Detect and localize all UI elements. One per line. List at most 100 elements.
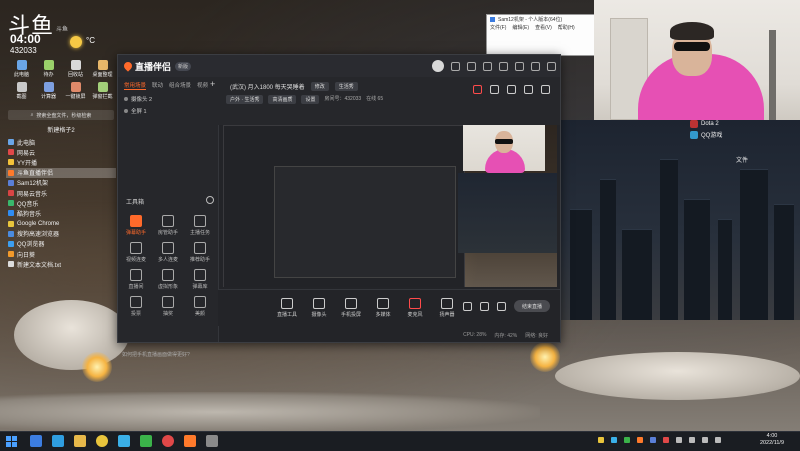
tool-button[interactable]: 推荐助手 — [184, 242, 216, 263]
app-item[interactable]: 搜狗高速浏览器 — [6, 229, 116, 239]
tray-app-icon[interactable] — [624, 437, 630, 443]
gear-icon[interactable] — [206, 196, 214, 204]
edit-title-button[interactable]: 修改 — [310, 82, 329, 91]
app-item[interactable]: Google Chrome — [6, 219, 116, 229]
qq-icon[interactable] — [118, 435, 130, 447]
camera-button[interactable]: 摄像头 — [308, 298, 330, 318]
message-icon[interactable] — [483, 61, 492, 71]
minimize-icon[interactable] — [515, 61, 524, 71]
close-icon[interactable] — [547, 61, 556, 71]
scene-item[interactable]: 摄像头 2 — [124, 95, 152, 103]
tool-button[interactable]: 虚拟形象 — [152, 269, 184, 290]
tab-link[interactable]: 联动 — [152, 81, 163, 90]
app-item[interactable]: Sam12机架 — [6, 178, 116, 188]
start-button[interactable] — [6, 436, 17, 447]
tool-button[interactable]: 美颜 — [184, 296, 216, 317]
app-item[interactable]: YY开播 — [6, 157, 116, 167]
tool-button[interactable]: 弹幕库 — [184, 269, 216, 290]
avatar[interactable] — [432, 60, 444, 72]
mini-app-window[interactable]: Sam12机架 - 个人版本(64位) 文件(F) 编辑(E) 查看(V) 帮助… — [486, 14, 596, 56]
app-item[interactable]: QQ浏览器 — [6, 239, 116, 249]
app-item-selected[interactable]: 斗鱼直播伴侣 — [6, 167, 116, 178]
tab-combo-scenes[interactable]: 组合场景 — [169, 81, 191, 90]
desktop-icon[interactable]: 桌面整理 — [89, 60, 116, 78]
desktop-icon[interactable]: 弹窗拦截 — [89, 82, 116, 100]
category-select[interactable]: 生活秀 — [334, 82, 358, 91]
netease-icon[interactable] — [162, 435, 174, 447]
media-button[interactable]: 多媒体 — [372, 298, 394, 318]
edge-icon[interactable] — [52, 435, 64, 447]
tool-button[interactable]: 多人连麦 — [152, 242, 184, 263]
quality-chip[interactable]: 高清画质 — [268, 95, 297, 104]
desktop-label-file[interactable]: 文件 — [736, 155, 748, 164]
settings-chip[interactable]: 设置 — [301, 95, 320, 104]
category-chip[interactable]: 户外 · 生活秀 — [226, 95, 264, 104]
menu-view[interactable]: 查看(V) — [535, 24, 552, 31]
tool-button[interactable]: 主播任务 — [184, 215, 216, 236]
stream-preview[interactable] — [223, 125, 557, 287]
app-item[interactable]: 新建文本文档.txt — [6, 259, 116, 269]
settings-icon[interactable] — [451, 61, 460, 71]
tool-button[interactable]: 投票 — [120, 296, 152, 317]
user-icon[interactable] — [507, 85, 516, 94]
lock-icon[interactable] — [490, 85, 499, 94]
desktop-icon-dota[interactable]: Dota 2 — [690, 120, 719, 128]
record-icon[interactable] — [473, 85, 482, 94]
gear-icon[interactable] — [497, 302, 506, 311]
menu-edit[interactable]: 编辑(E) — [512, 24, 529, 31]
desktop-icon[interactable]: 一键锁屏 — [62, 82, 89, 100]
search-icon[interactable] — [30, 435, 42, 447]
desktop-icon[interactable]: 截图 — [8, 82, 35, 100]
app-item[interactable]: 此电脑 — [6, 137, 116, 147]
folder-icon[interactable] — [74, 435, 86, 447]
mic-button[interactable]: 麦克风 — [404, 298, 426, 318]
tray-app-icon[interactable] — [598, 437, 604, 443]
tool-button[interactable]: 直播间 — [120, 269, 152, 290]
tab-video[interactable]: 视频 — [197, 81, 208, 90]
app-item[interactable]: QQ音乐 — [6, 198, 116, 208]
ime-icon[interactable] — [702, 437, 708, 443]
desktop-icon[interactable]: 回收站 — [62, 60, 89, 78]
scene-item[interactable]: 全屏 1 — [124, 107, 147, 115]
douyu-icon[interactable] — [184, 435, 196, 447]
tab-common-scenes[interactable]: 常用场景 — [124, 81, 147, 90]
live-tools-button[interactable]: 直播工具 — [276, 298, 298, 318]
skin-icon[interactable] — [467, 61, 476, 71]
video-icon[interactable] — [463, 302, 472, 311]
eye-icon[interactable] — [124, 109, 128, 113]
desktop-icon-qqgame[interactable]: QQ游戏 — [690, 130, 722, 139]
app-item[interactable]: 酷狗音乐 — [6, 208, 116, 218]
chrome-icon[interactable] — [96, 435, 108, 447]
wechat-icon[interactable] — [140, 435, 152, 447]
tray-app-icon[interactable] — [663, 437, 669, 443]
add-scene-icon[interactable]: + — [210, 79, 215, 89]
tool-button[interactable]: 弹幕助手 — [120, 215, 152, 236]
maximize-icon[interactable] — [531, 61, 540, 71]
speaker-button[interactable]: 扬声器 — [436, 298, 458, 318]
phone-cast-button[interactable]: 手机投屏 — [340, 298, 362, 318]
desktop-icon[interactable]: 待办 — [35, 60, 62, 78]
tool-button[interactable]: 房管助手 — [152, 215, 184, 236]
menu-help[interactable]: 帮助(H) — [558, 24, 575, 31]
app-item[interactable]: 网易云音乐 — [6, 188, 116, 198]
help-icon[interactable] — [499, 61, 508, 71]
chevron-up-icon[interactable] — [715, 437, 721, 443]
fullscreen-icon[interactable] — [524, 85, 533, 94]
settings-icon[interactable] — [480, 302, 489, 311]
tool-button[interactable]: 视频连麦 — [120, 242, 152, 263]
tip-link[interactable]: 如何把手机直播画面做得更好? — [122, 351, 190, 358]
tray-app-icon[interactable] — [650, 437, 656, 443]
menu-file[interactable]: 文件(F) — [490, 24, 506, 31]
app-item[interactable]: 网易云 — [6, 147, 116, 157]
eye-icon[interactable] — [124, 97, 128, 101]
taskbar-clock[interactable]: 4:00 2022/11/9 — [760, 433, 784, 447]
camera-icon[interactable] — [206, 435, 218, 447]
network-icon[interactable] — [676, 437, 682, 443]
share-icon[interactable] — [541, 85, 550, 94]
desktop-search[interactable]: ⌕ 搜索全盘文件，秒级检索 — [8, 110, 114, 120]
desktop-icon[interactable]: 此电脑 — [8, 60, 35, 78]
tray-app-icon[interactable] — [611, 437, 617, 443]
tool-button[interactable]: 抽奖 — [152, 296, 184, 317]
desktop-icon[interactable]: 计算器 — [35, 82, 62, 100]
app-item[interactable]: 向日葵 — [6, 249, 116, 259]
